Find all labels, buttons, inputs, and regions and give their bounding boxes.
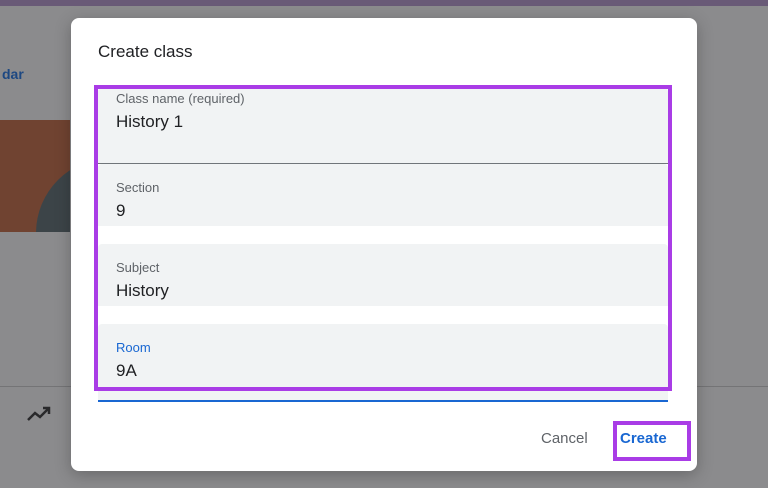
create-button[interactable]: Create — [620, 430, 667, 447]
cancel-button[interactable]: Cancel — [541, 430, 588, 447]
create-class-dialog: Create class Class name (required) Histo… — [71, 18, 697, 471]
dialog-title: Create class — [98, 42, 193, 61]
fields-highlight-box — [94, 85, 672, 391]
